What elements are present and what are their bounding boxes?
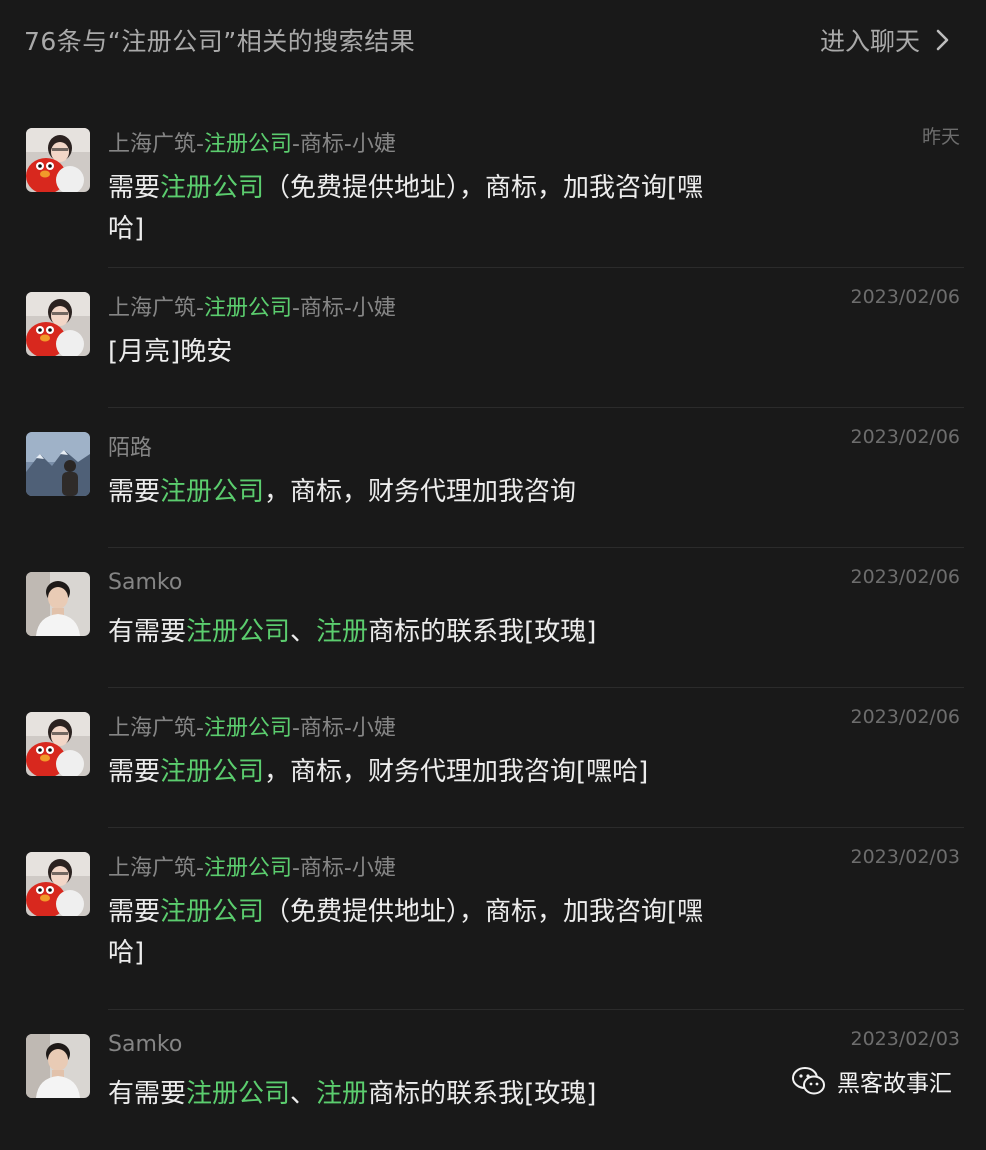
sender-name-part: 上海广筑- <box>108 716 204 741</box>
message-text: 需要注册公司（免费提供地址），商标，加我咨询[嘿哈] <box>108 892 720 974</box>
keyword-highlight: 注册公司 <box>203 856 292 881</box>
chevron-right-icon <box>936 29 949 51</box>
search-result-list: 上海广筑-注册公司-商标-小婕 昨天 需要注册公司（免费提供地址），商标，加我咨询[… <box>0 104 986 1150</box>
search-result-item[interactable]: Samko 2023/02/06 有需要注册公司、注册商标的联系我[玫瑰] <box>0 548 986 688</box>
search-result-item[interactable]: 上海广筑-注册公司-商标-小婕 2023/02/06 需要注册公司，商标，财务代理加… <box>0 688 986 828</box>
message-text-part: 需要 <box>108 897 161 927</box>
keyword-highlight: 注册公司 <box>203 716 292 741</box>
message-date: 2023/02/06 <box>850 426 960 448</box>
message-text-part: 商标的联系我[玫瑰] <box>368 617 597 647</box>
sender-name-part: 上海广筑- <box>108 856 204 881</box>
avatar[interactable] <box>26 1034 90 1098</box>
message-date: 昨天 <box>921 126 960 148</box>
search-results-header: 76条与“注册公司”相关的搜索结果 进入聊天 <box>0 0 986 82</box>
keyword-highlight: 注册公司 <box>203 296 292 321</box>
sender-name: Samko <box>108 1032 182 1057</box>
message-text: 有需要注册公司、注册商标的联系我[玫瑰] <box>108 612 720 653</box>
message-text-part: 、 <box>290 1079 317 1109</box>
watermark-text: 黑客故事汇 <box>837 1071 952 1097</box>
sender-name-part: -商标-小婕 <box>291 132 396 157</box>
sender-name-part: 陌路 <box>108 436 153 461</box>
avatar[interactable] <box>26 712 90 776</box>
message-text-part: ，商标，财务代理加我咨询 <box>264 477 577 507</box>
keyword-highlight: 注册公司 <box>160 757 265 787</box>
sender-name: 陌路 <box>108 430 152 462</box>
search-result-item[interactable]: 上海广筑-注册公司-商标-小婕 2023/02/03 需要注册公司（免费提供地址），… <box>0 828 986 1010</box>
keyword-highlight: 注册公司 <box>203 132 292 157</box>
search-result-item[interactable]: 陌路 2023/02/06 需要注册公司，商标，财务代理加我咨询 <box>0 408 986 548</box>
sender-name: 上海广筑-注册公司-商标-小婕 <box>108 850 396 882</box>
message-date: 2023/02/06 <box>850 286 960 308</box>
enter-chat-button[interactable]: 进入聊天 <box>820 22 952 58</box>
sender-name: 上海广筑-注册公司-商标-小婕 <box>108 290 396 322</box>
message-text-part: ，商标，财务代理加我咨询[嘿哈] <box>264 757 649 787</box>
message-date: 2023/02/06 <box>850 566 960 588</box>
message-text-part: 需要 <box>108 477 161 507</box>
results-count-title: 76条与“注册公司”相关的搜索结果 <box>24 27 416 56</box>
message-text: 需要注册公司，商标，财务代理加我咨询[嘿哈] <box>108 752 720 793</box>
sender-name-part: Samko <box>108 1032 183 1057</box>
message-text: 需要注册公司，商标，财务代理加我咨询 <box>108 472 720 513</box>
message-date: 2023/02/06 <box>850 706 960 728</box>
message-text-part: [月亮]晚安 <box>108 337 233 367</box>
message-date: 2023/02/03 <box>850 1028 960 1050</box>
keyword-highlight: 注册 <box>316 1079 369 1109</box>
sender-name-part: -商标-小婕 <box>291 716 396 741</box>
message-text-part: 有需要 <box>108 617 187 647</box>
keyword-highlight: 注册公司 <box>160 173 265 203</box>
message-text: 需要注册公司（免费提供地址），商标，加我咨询[嘿哈] <box>108 168 720 250</box>
sender-name-part: -商标-小婕 <box>291 296 396 321</box>
wechat-icon <box>792 1067 825 1095</box>
sender-name: Samko <box>108 570 182 595</box>
avatar[interactable] <box>26 128 90 192</box>
sender-name: 上海广筑-注册公司-商标-小婕 <box>108 126 396 158</box>
sender-name-part: 上海广筑- <box>108 296 204 321</box>
keyword-highlight: 注册公司 <box>186 1079 291 1109</box>
message-text-part: 有需要 <box>108 1079 187 1109</box>
keyword-highlight: 注册 <box>316 617 369 647</box>
avatar[interactable] <box>26 572 90 636</box>
message-text-part: 需要 <box>108 173 161 203</box>
avatar[interactable] <box>26 292 90 356</box>
sender-name-part: -商标-小婕 <box>291 856 396 881</box>
keyword-highlight: 注册公司 <box>186 617 291 647</box>
sender-name-part: Samko <box>108 570 183 595</box>
message-text-part: 商标的联系我[玫瑰] <box>368 1079 597 1109</box>
message-date: 2023/02/03 <box>850 846 960 868</box>
keyword-highlight: 注册公司 <box>160 477 265 507</box>
search-result-item[interactable]: 上海广筑-注册公司-商标-小婕 2023/02/06 [月亮]晚安 <box>0 268 986 408</box>
message-text-part: 、 <box>290 617 317 647</box>
avatar[interactable] <box>26 432 90 496</box>
watermark: 黑客故事汇 <box>791 1064 952 1098</box>
message-text-part: 需要 <box>108 757 161 787</box>
keyword-highlight: 注册公司 <box>160 897 265 927</box>
sender-name: 上海广筑-注册公司-商标-小婕 <box>108 710 396 742</box>
search-result-item[interactable]: 上海广筑-注册公司-商标-小婕 昨天 需要注册公司（免费提供地址），商标，加我咨询[… <box>0 104 986 268</box>
avatar[interactable] <box>26 852 90 916</box>
enter-chat-label: 进入聊天 <box>819 27 920 56</box>
message-text: 有需要注册公司、注册商标的联系我[玫瑰] <box>108 1074 720 1115</box>
sender-name-part: 上海广筑- <box>108 132 204 157</box>
message-text: [月亮]晚安 <box>108 332 720 373</box>
